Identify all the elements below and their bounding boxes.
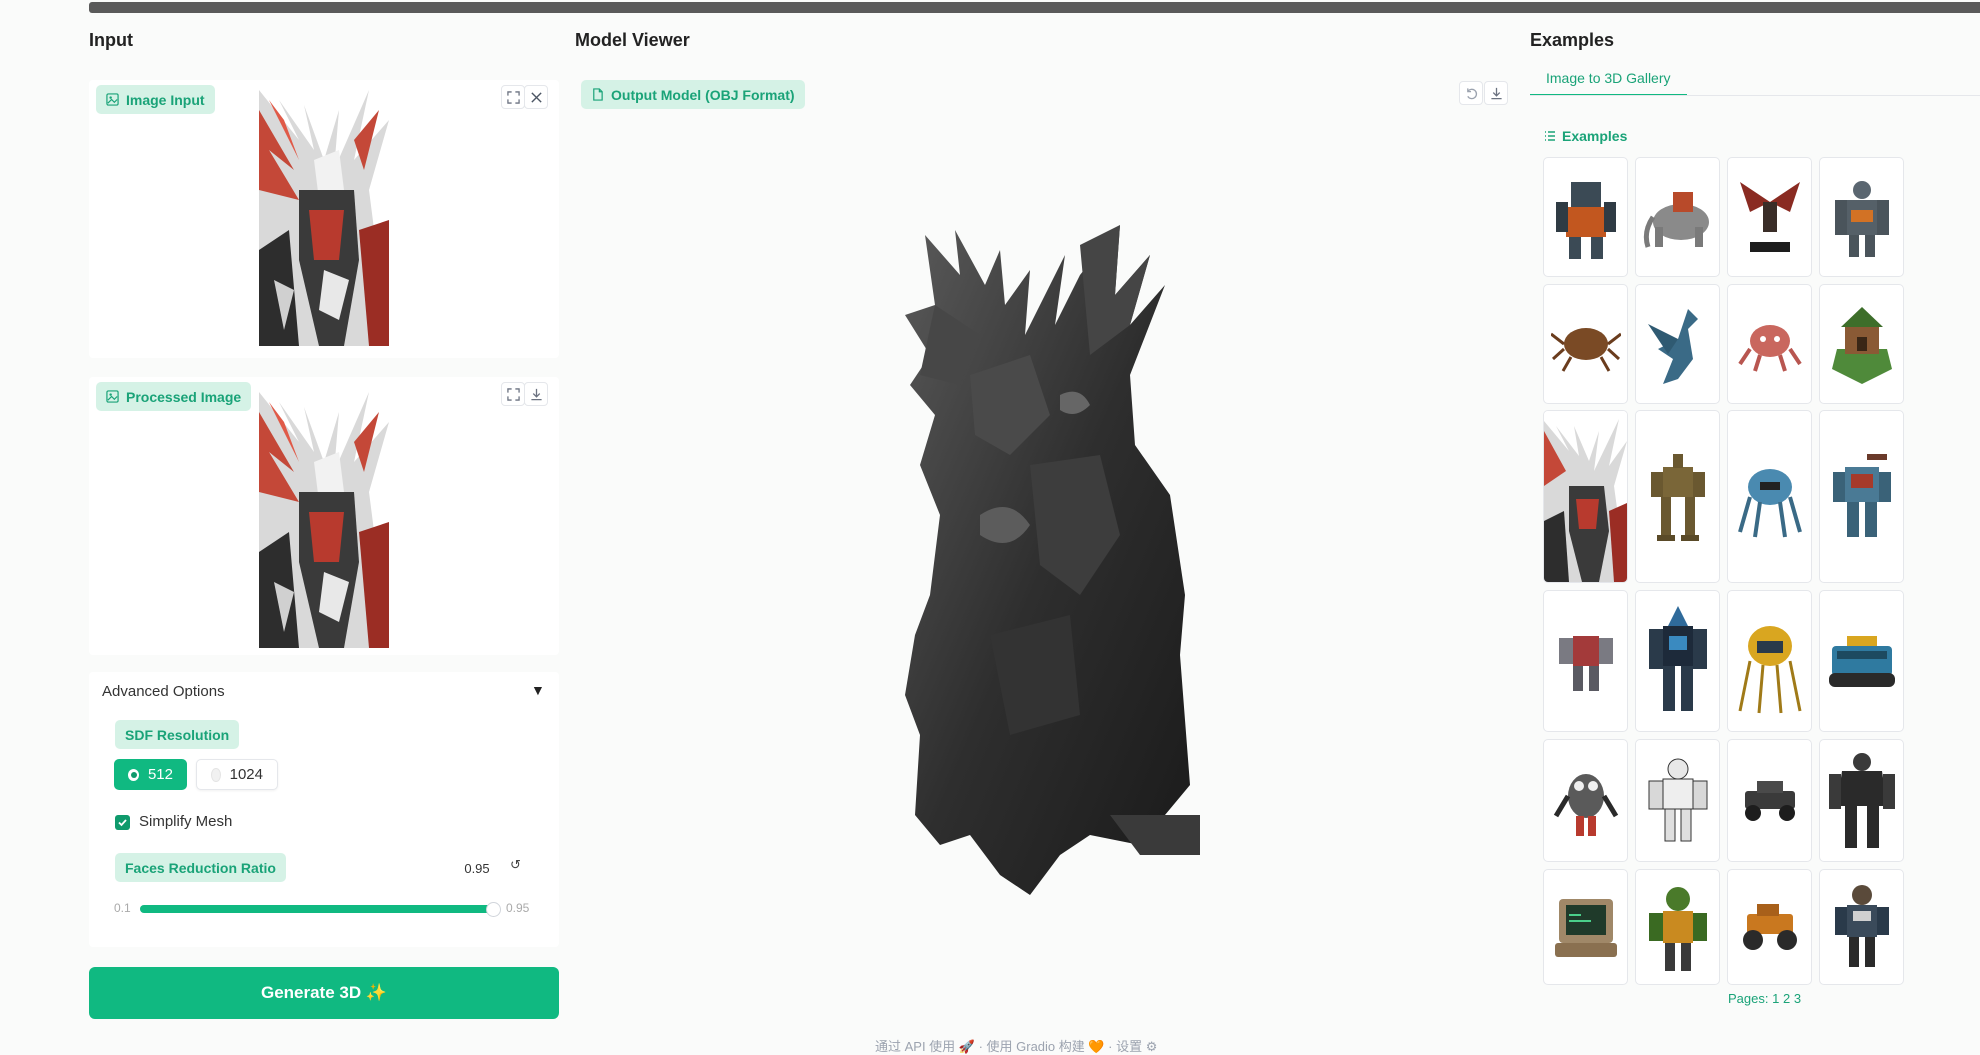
undo-icon xyxy=(1466,87,1477,99)
model-viewer-title: Model Viewer xyxy=(575,30,690,50)
example-thumbnail[interactable] xyxy=(1727,157,1812,277)
simplify-mesh-label[interactable]: Simplify Mesh xyxy=(139,813,232,830)
example-thumbnail[interactable] xyxy=(1543,869,1628,985)
processed-image xyxy=(259,382,389,648)
sdf-option-1024[interactable]: 1024 xyxy=(196,759,278,790)
list-icon xyxy=(1545,131,1555,141)
example-thumbnail[interactable] xyxy=(1727,739,1812,862)
3d-model-render[interactable] xyxy=(880,215,1240,895)
sdf-resolution-tag: SDF Resolution xyxy=(115,720,240,749)
example-thumbnail[interactable] xyxy=(1635,410,1720,583)
example-thumbnail[interactable] xyxy=(1727,590,1812,732)
slider-max-label: 0.95 xyxy=(506,901,530,915)
sdf-option-label: 1024 xyxy=(229,766,263,783)
pages-prefix: Pages: xyxy=(1728,991,1769,1006)
clear-button[interactable] xyxy=(524,85,548,109)
output-model-tag: Output Model (OBJ Format) xyxy=(581,80,805,109)
close-icon xyxy=(530,91,542,103)
generate-3d-button[interactable]: Generate 3D ✨ xyxy=(89,967,559,1019)
example-thumbnail[interactable] xyxy=(1543,590,1628,732)
image-input-label: Image Input xyxy=(126,91,205,108)
download-icon xyxy=(530,388,542,400)
page-link-3[interactable]: 3 xyxy=(1794,991,1801,1006)
fullscreen-button[interactable] xyxy=(501,382,525,406)
sdf-resolution-label: SDF Resolution xyxy=(125,726,230,743)
example-thumbnail[interactable] xyxy=(1819,410,1904,583)
example-thumbnail[interactable] xyxy=(1819,284,1904,404)
image-icon xyxy=(106,93,119,106)
slider-thumb[interactable] xyxy=(486,902,501,917)
processed-image-panel: Processed Image xyxy=(89,377,559,655)
example-thumbnail[interactable] xyxy=(1819,590,1904,732)
tab-divider xyxy=(1530,95,1980,96)
tab-image-to-3d-gallery[interactable]: Image to 3D Gallery xyxy=(1530,60,1687,96)
slider-fill xyxy=(140,905,492,913)
sdf-option-label: 512 xyxy=(147,766,173,783)
fullscreen-button[interactable] xyxy=(501,85,525,109)
download-icon xyxy=(1490,87,1502,99)
example-thumbnail[interactable] xyxy=(1635,739,1720,862)
fullscreen-icon xyxy=(506,387,520,401)
output-model-label: Output Model (OBJ Format) xyxy=(611,86,795,103)
faces-reduction-tag: Faces Reduction Ratio xyxy=(115,853,286,882)
image-icon xyxy=(106,390,119,403)
slider-min-label: 0.1 xyxy=(114,901,131,915)
example-thumbnail[interactable] xyxy=(1727,410,1812,583)
image-input-tag: Image Input xyxy=(96,85,215,114)
example-thumbnail-selected[interactable] xyxy=(1543,410,1628,583)
simplify-mesh-checkbox[interactable] xyxy=(115,815,130,830)
example-thumbnail[interactable] xyxy=(1543,284,1628,404)
reset-view-button[interactable] xyxy=(1459,81,1483,105)
page-link-1[interactable]: 1 xyxy=(1772,991,1779,1006)
input-column-title: Input xyxy=(89,30,133,50)
example-thumbnail[interactable] xyxy=(1727,284,1812,404)
radio-unselected-icon xyxy=(211,767,221,782)
download-button[interactable] xyxy=(524,382,548,406)
page-link-2[interactable]: 2 xyxy=(1783,991,1790,1006)
example-thumbnail[interactable] xyxy=(1727,869,1812,985)
input-image xyxy=(259,80,389,346)
examples-section-label: Examples xyxy=(1562,128,1628,144)
file-icon xyxy=(593,88,603,101)
example-thumbnail[interactable] xyxy=(1635,284,1720,404)
example-thumbnail[interactable] xyxy=(1635,869,1720,985)
faces-reduction-label: Faces Reduction Ratio xyxy=(125,859,276,876)
pagination: Pages: 1 2 3 xyxy=(1728,991,1801,1006)
example-thumbnail[interactable] xyxy=(1635,590,1720,732)
top-progress-bar xyxy=(89,2,1980,13)
radio-selected-icon xyxy=(128,768,139,781)
advanced-options-title[interactable]: Advanced Options xyxy=(102,683,225,700)
download-model-button[interactable] xyxy=(1484,81,1508,105)
reset-icon[interactable]: ↺ xyxy=(510,857,521,873)
example-thumbnail[interactable] xyxy=(1819,739,1904,862)
example-thumbnail[interactable] xyxy=(1543,739,1628,862)
fullscreen-icon xyxy=(506,90,520,104)
examples-column-title: Examples xyxy=(1530,30,1615,50)
processed-image-tag: Processed Image xyxy=(96,382,252,411)
example-thumbnail[interactable] xyxy=(1819,157,1904,277)
sdf-option-512[interactable]: 512 xyxy=(114,759,187,790)
image-input-panel[interactable]: Image Input xyxy=(89,80,559,358)
faces-reduction-slider[interactable] xyxy=(140,902,501,917)
processed-image-label: Processed Image xyxy=(126,388,242,405)
collapse-arrow-icon[interactable]: ▼ xyxy=(531,682,545,698)
example-thumbnail[interactable] xyxy=(1543,157,1628,277)
examples-section-header: Examples xyxy=(1544,128,1627,144)
example-thumbnail[interactable] xyxy=(1819,869,1904,985)
example-thumbnail[interactable] xyxy=(1635,157,1720,277)
check-icon xyxy=(118,819,127,827)
